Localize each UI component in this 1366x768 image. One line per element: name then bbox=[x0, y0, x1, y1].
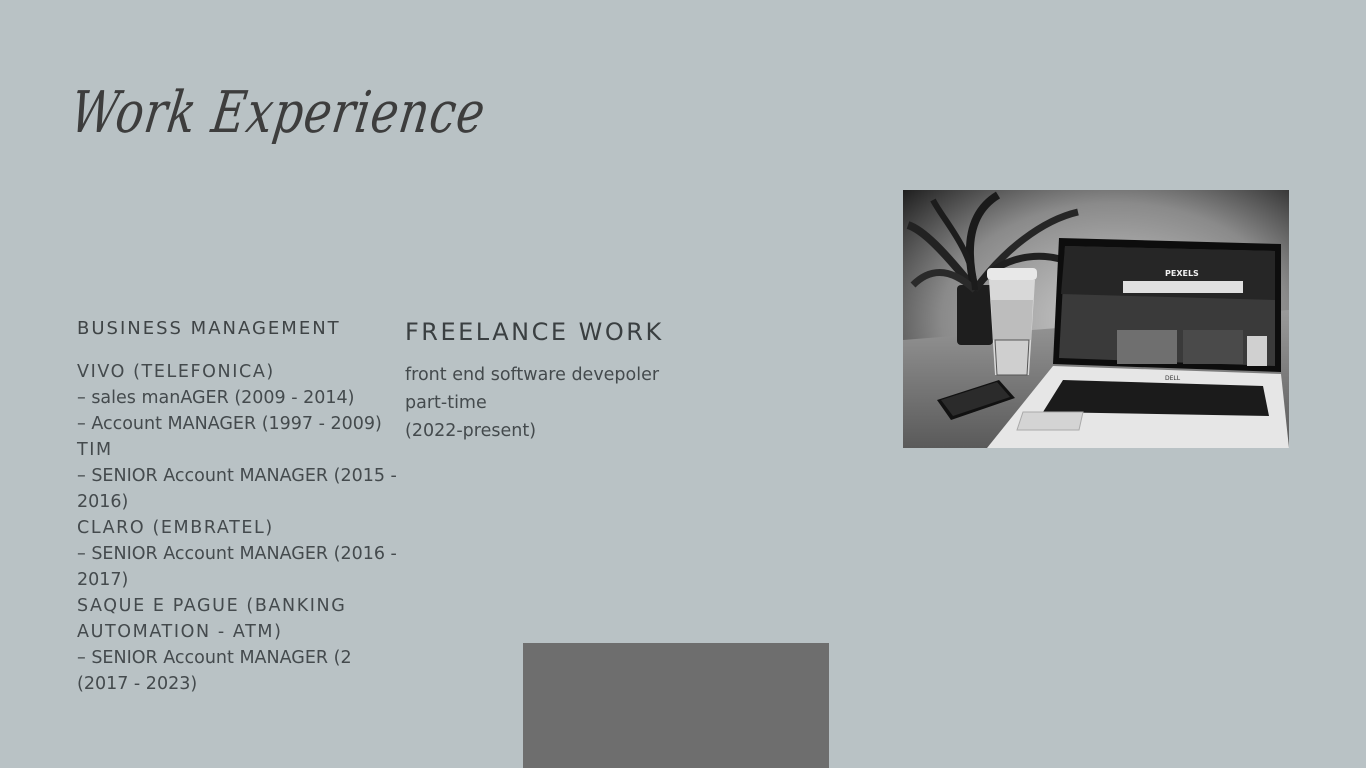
page-title: Work Experience bbox=[66, 78, 491, 146]
role-tim-senior-account-manager: – SENIOR Account MANAGER (2015 - 2016) bbox=[77, 466, 397, 512]
freelance-type: part-time bbox=[405, 393, 487, 413]
business-experience-list: VIVO (TELEFONICA) – sales manAGER (2009 … bbox=[77, 359, 397, 697]
business-management-section: BUSINESS MANAGEMENT VIVO (TELEFONICA) – … bbox=[77, 318, 397, 697]
company-saque-e-pague: SAQUE E PAGUE (BANKING AUTOMATION - ATM) bbox=[77, 596, 347, 642]
dell-logo-text: DELL bbox=[1165, 375, 1181, 382]
laptop-desk-photo: PEXELS DELL bbox=[903, 190, 1289, 448]
pexels-logo-text: PEXELS bbox=[1165, 269, 1199, 278]
role-saque-e-pague-senior-account-manager: – SENIOR Account MANAGER (2 (2017 - 2023… bbox=[77, 648, 352, 694]
company-tim: TIM bbox=[77, 440, 113, 460]
decorative-gray-block bbox=[523, 643, 829, 768]
freelance-work-section: FREELANCE WORK front end software devepo… bbox=[405, 318, 765, 445]
company-vivo: VIVO (TELEFONICA) bbox=[77, 362, 275, 382]
freelance-role: front end software devepoler bbox=[405, 365, 660, 385]
business-management-heading: BUSINESS MANAGEMENT bbox=[77, 318, 341, 339]
role-vivo-account-manager: – Account MANAGER (1997 - 2009) bbox=[77, 414, 382, 434]
freelance-period: (2022-present) bbox=[405, 421, 537, 441]
coffee-cup-illustration bbox=[987, 268, 1037, 376]
company-claro: CLARO (EMBRATEL) bbox=[77, 518, 274, 538]
role-vivo-sales-manager: – sales manAGER (2009 - 2014) bbox=[77, 388, 355, 408]
role-claro-senior-account-manager: – SENIOR Account MANAGER (2016 - 2017) bbox=[77, 544, 397, 590]
freelance-work-heading: FREELANCE WORK bbox=[405, 318, 664, 346]
